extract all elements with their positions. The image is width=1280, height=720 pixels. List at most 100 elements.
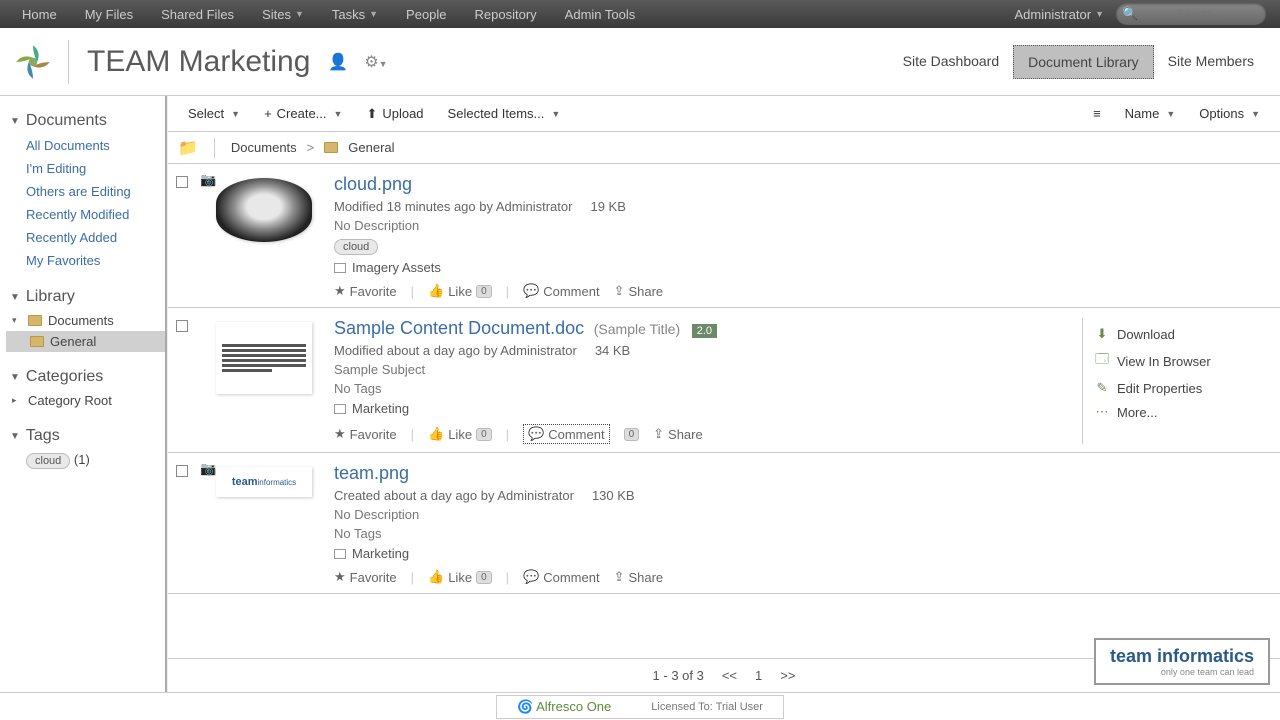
share-button[interactable]: ⇪Share [653, 426, 703, 442]
favorite-button[interactable]: ★Favorite [334, 569, 397, 585]
sidebar-tags-hd[interactable]: ▼Tags [6, 421, 165, 449]
user-menu[interactable]: Administrator▼ [1003, 7, 1117, 22]
doc-name[interactable]: team.png [334, 463, 409, 483]
thumbsup-icon: 👍 [428, 283, 444, 299]
sidebar-documents-hd[interactable]: ▼Documents [6, 106, 165, 134]
folder-icon [324, 142, 338, 153]
sidebar-others-editing[interactable]: Others are Editing [6, 180, 165, 203]
nav-sites[interactable]: Sites▼ [248, 0, 318, 28]
more-button[interactable]: ⋯More... [1095, 404, 1260, 420]
invite-icon[interactable]: 👤 [328, 52, 348, 72]
sidebar-categories-hd[interactable]: ▼Categories [6, 362, 165, 390]
doc-desc: No Description [334, 507, 1272, 522]
comment-button[interactable]: 💬Comment [523, 283, 600, 299]
doc-size: 130 KB [592, 488, 635, 503]
row-checkbox[interactable] [176, 320, 188, 332]
upload-button[interactable]: ⬆Upload [356, 102, 433, 126]
nav-tasks[interactable]: Tasks▼ [318, 0, 392, 28]
share-icon: ⇪ [614, 283, 625, 299]
nav-sharedfiles[interactable]: Shared Files [147, 0, 248, 28]
gear-icon[interactable]: ⚙▼ [364, 52, 387, 72]
doc-category[interactable]: Marketing [352, 546, 409, 561]
tri-down-icon: ▼ [10, 292, 20, 303]
thumbnail[interactable] [216, 322, 312, 394]
share-icon: ⇪ [653, 426, 664, 442]
tri-down-icon: ▼ [10, 431, 20, 442]
tree-general[interactable]: General [6, 331, 165, 352]
edit-properties-button[interactable]: ✎Edit Properties [1095, 380, 1260, 396]
folder-icon [28, 315, 42, 326]
doc-name[interactable]: Sample Content Document.doc [334, 318, 584, 338]
favorite-button[interactable]: ★Favorite [334, 426, 397, 442]
up-folder-icon[interactable]: 📁 [178, 138, 198, 158]
row-checkbox[interactable] [176, 465, 188, 477]
doc-desc: Sample Subject [334, 362, 1082, 377]
thumbnail[interactable] [216, 178, 312, 242]
camera-icon[interactable]: 📷 [200, 461, 216, 477]
sitenav-dashboard[interactable]: Site Dashboard [889, 45, 1014, 79]
caret-icon: ▼ [551, 109, 560, 119]
doc-category[interactable]: Imagery Assets [352, 260, 441, 275]
like-button[interactable]: 👍Like0 [428, 569, 492, 585]
pager-next[interactable]: >> [780, 668, 795, 683]
tree-documents[interactable]: ▾Documents [6, 310, 165, 331]
like-button[interactable]: 👍Like0 [428, 426, 492, 442]
doc-tag[interactable]: cloud [334, 239, 378, 255]
search-icon: 🔍 [1122, 6, 1138, 22]
sidebar-recently-added[interactable]: Recently Added [6, 226, 165, 249]
nav-myfiles[interactable]: My Files [71, 0, 147, 28]
sidebar-im-editing[interactable]: I'm Editing [6, 157, 165, 180]
create-button[interactable]: +Create...▼ [254, 102, 352, 125]
tag-pill[interactable]: cloud [26, 453, 70, 469]
comment-icon: 💬 [528, 426, 544, 442]
view-toggle-button[interactable]: ≡ [1083, 102, 1111, 125]
sidebar-recently-modified[interactable]: Recently Modified [6, 203, 165, 226]
search-input[interactable] [1144, 7, 1256, 21]
camera-icon[interactable]: 📷 [200, 172, 216, 188]
caret-icon: ▼ [369, 9, 378, 19]
search-box[interactable]: 🔍 [1116, 3, 1266, 25]
breadcrumb-current[interactable]: General [348, 140, 394, 155]
doc-category[interactable]: Marketing [352, 401, 409, 416]
download-icon: ⬇ [1095, 326, 1109, 342]
selected-items-button[interactable]: Selected Items...▼ [438, 102, 571, 125]
tri-right-icon: ▸ [12, 395, 22, 406]
sidebar: ▼Documents All Documents I'm Editing Oth… [0, 96, 167, 692]
sidebar-tag-row[interactable]: cloud (1) [6, 449, 165, 472]
tri-down-icon: ▼ [10, 116, 20, 127]
nav-home[interactable]: Home [8, 0, 71, 28]
sidebar-all-documents[interactable]: All Documents [6, 134, 165, 157]
comment-button[interactable]: 💬Comment [523, 569, 600, 585]
nav-repository[interactable]: Repository [461, 0, 551, 28]
document-list: 📷 cloud.png Modified 18 minutes ago by A… [168, 164, 1280, 658]
like-count: 0 [476, 571, 492, 584]
row-actions: ★Favorite| 👍Like0| 💬Comment ⇪Share [334, 569, 1272, 585]
pager-summary: 1 - 3 of 3 [653, 668, 704, 683]
corner-logo: team informatics only one team can lead [1094, 638, 1270, 685]
options-button[interactable]: Options▼ [1189, 102, 1270, 125]
download-button[interactable]: ⬇Download [1095, 326, 1260, 342]
tree-category-root[interactable]: ▸Category Root [6, 390, 165, 411]
nav-people[interactable]: People [392, 0, 460, 28]
select-button[interactable]: Select▼ [178, 102, 250, 125]
favorite-button[interactable]: ★Favorite [334, 283, 397, 299]
thumbnail[interactable]: teaminformatics [216, 467, 312, 497]
breadcrumb-root[interactable]: Documents [231, 140, 297, 155]
doc-name[interactable]: cloud.png [334, 174, 412, 194]
like-button[interactable]: 👍Like0 [428, 283, 492, 299]
share-button[interactable]: ⇪Share [614, 283, 664, 299]
sidebar-library-hd[interactable]: ▼Library [6, 282, 165, 310]
pager-prev[interactable]: << [722, 668, 737, 683]
pager-page[interactable]: 1 [755, 668, 762, 683]
row-checkbox[interactable] [176, 176, 188, 188]
sort-button[interactable]: Name▼ [1115, 102, 1186, 125]
comment-button[interactable]: 💬Comment [523, 424, 610, 444]
nav-admintools[interactable]: Admin Tools [551, 0, 650, 28]
sitenav-doclib[interactable]: Document Library [1013, 45, 1154, 79]
site-nav: Site Dashboard Document Library Site Mem… [889, 45, 1268, 79]
sitenav-members[interactable]: Site Members [1154, 45, 1268, 79]
share-button[interactable]: ⇪Share [614, 569, 664, 585]
view-browser-button[interactable]: 🗔View In Browser [1095, 350, 1260, 372]
sidebar-favorites[interactable]: My Favorites [6, 249, 165, 272]
logo-icon [12, 41, 54, 83]
